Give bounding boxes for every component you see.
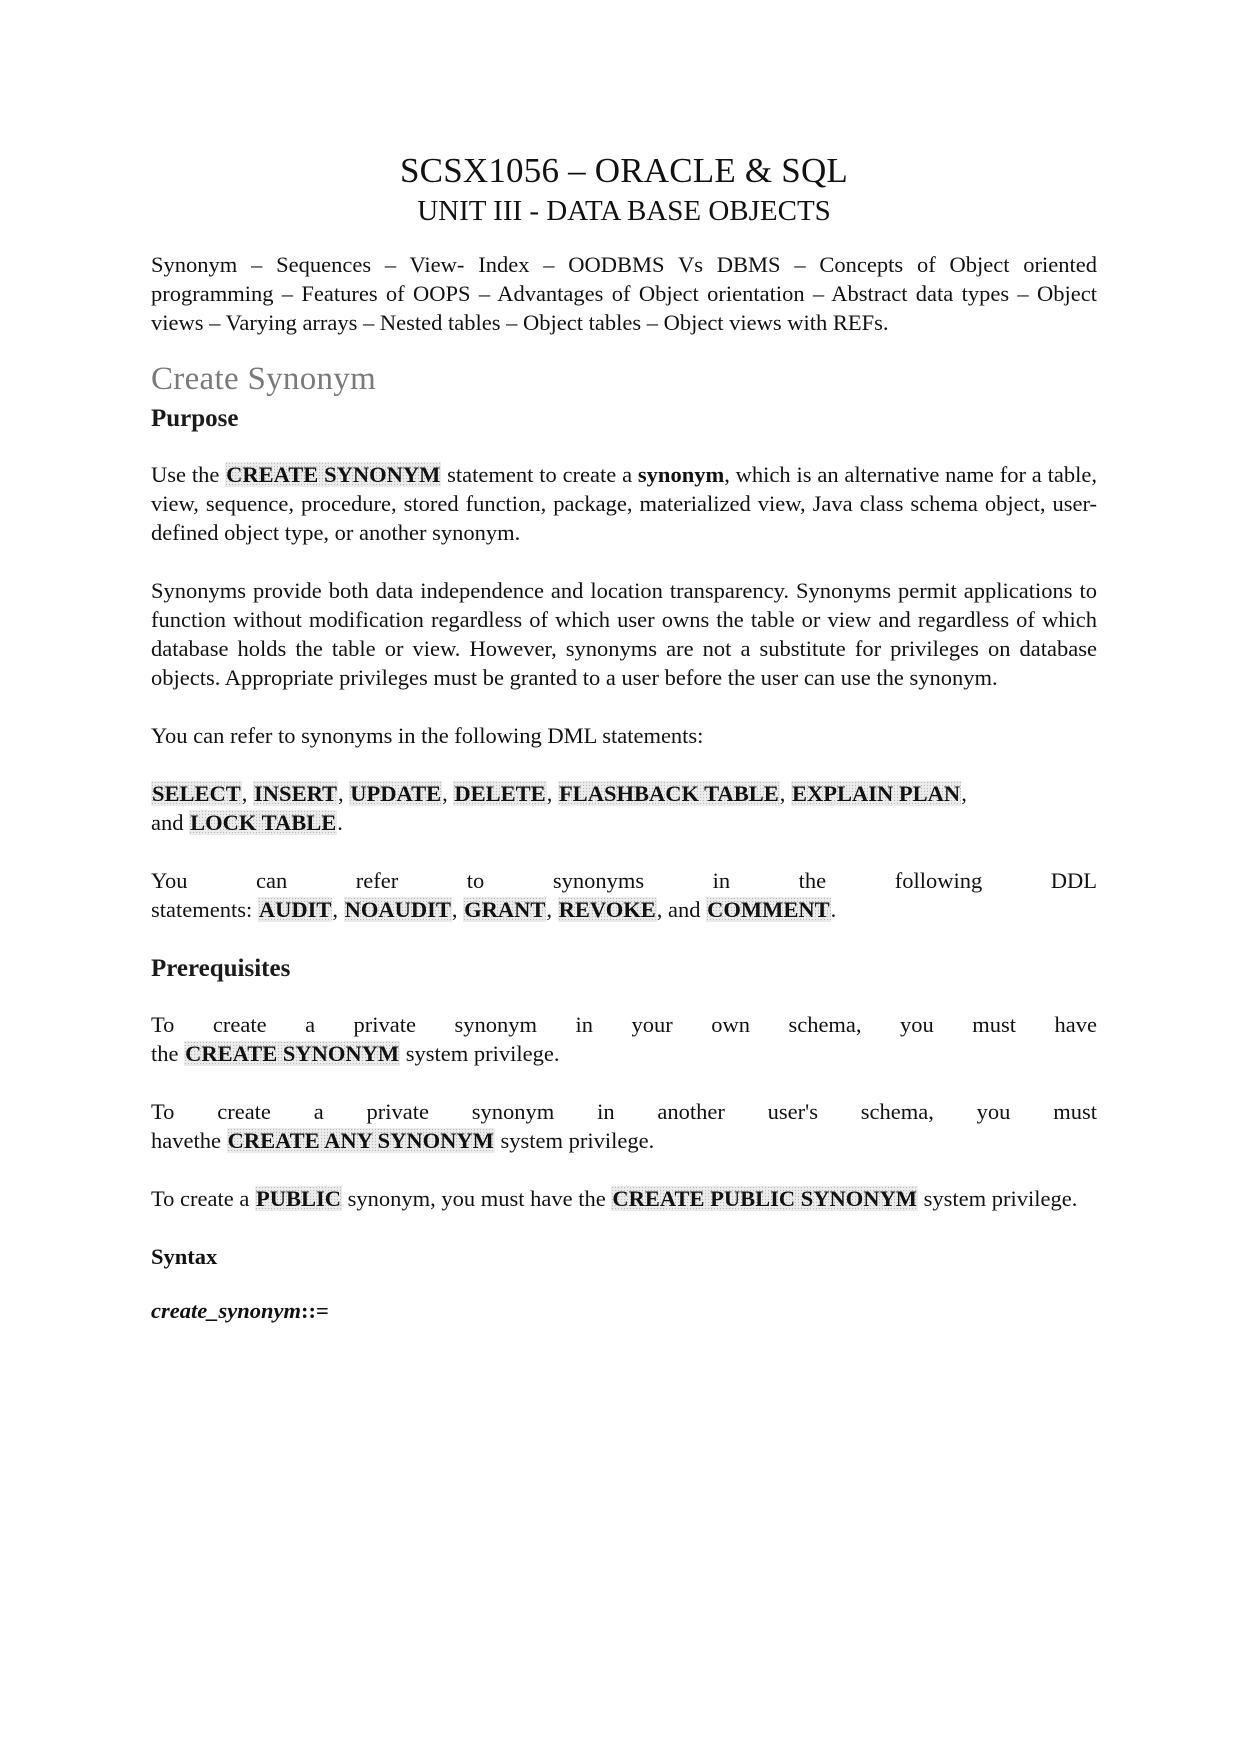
ddl-line-1: You can refer to synonyms in the followi… [151,868,1097,893]
text: system privilege. [400,1041,560,1066]
dml-keyword-list: SELECT, INSERT, UPDATE, DELETE, FLASHBAC… [151,781,967,835]
prereq-paragraph-1: To create a private synonym in your own … [151,1010,1097,1068]
keyword-insert: INSERT [253,781,339,806]
keyword-create-public-synonym: CREATE PUBLIC SYNONYM [611,1186,918,1211]
text: and [151,810,190,835]
heading-purpose: Purpose [151,405,239,432]
prereq-2-line-1: To create a private synonym in another u… [151,1099,1097,1124]
text: havethe [151,1128,227,1153]
keyword-create-any-synonym: CREATE ANY SYNONYM [226,1128,495,1153]
syntax-rule-operator: ::= [300,1298,329,1323]
heading-syntax: Syntax [151,1244,218,1269]
keyword-grant: GRANT [463,897,547,922]
purpose-paragraph-1: Use the CREATE SYNONYM statement to crea… [151,460,1097,547]
keyword-comment: COMMENT [706,897,831,922]
syntax-rule: create_synonym::= [151,1296,1097,1325]
heading-prerequisites: Prerequisites [151,955,291,982]
prereq-paragraph-3: To create a PUBLIC synonym, you must hav… [151,1184,1097,1213]
keyword-lock-table: LOCK TABLE [189,810,338,835]
document-subtitle: UNIT III - DATA BASE OBJECTS [417,195,831,227]
prereq-paragraph-2: To create a private synonym in another u… [151,1097,1097,1155]
section-heading-create-synonym: Create Synonym [151,361,377,397]
title-block: SCSX1056 – ORACLE & SQL UNIT III - DATA … [151,150,1097,230]
keyword-explain-plan: EXPLAIN PLAN [791,781,962,806]
prereq-2-line-2: havethe CREATE ANY SYNONYM system privil… [151,1126,1097,1155]
purpose-paragraph-2: Synonyms provide both data independence … [151,578,1097,690]
document-title: SCSX1056 – ORACLE & SQL [400,151,848,190]
syntax-rule-name: create_synonym [151,1298,301,1323]
keyword-select: SELECT [151,781,242,806]
text: system privilege. [494,1128,655,1153]
keyword-delete: DELETE [453,781,547,806]
text: the [151,1041,185,1066]
keyword-create-synonym: CREATE SYNONYM [225,462,442,487]
keyword-public: PUBLIC [254,1186,342,1211]
prereq-1-line-1: To create a private synonym in your own … [151,1012,1097,1037]
text: , and [656,897,707,922]
text: statements: [151,897,258,922]
keyword-create-synonym: CREATE SYNONYM [184,1041,401,1066]
text: Use the [151,462,226,487]
keyword-noaudit: NOAUDIT [343,897,452,922]
syllabus-topics: Synonym – Sequences – View- Index – OODB… [151,252,1097,335]
ddl-line-2: statements: AUDIT, NOAUDIT, GRANT, REVOK… [151,897,837,922]
keyword-audit: AUDIT [257,897,333,922]
ddl-paragraph: You can refer to synonyms in the followi… [151,866,1097,924]
keyword-flashback-table: FLASHBACK TABLE [557,781,780,806]
term-synonym: synonym [637,462,725,487]
text: To create a [151,1186,255,1211]
text: synonym, you must have the [342,1186,612,1211]
prereq-1-line-2: the CREATE SYNONYM system privilege. [151,1039,1097,1068]
keyword-revoke: REVOKE [557,897,657,922]
text: system privilege. [917,1186,1078,1211]
keyword-update: UPDATE [349,781,443,806]
text: statement to create a [441,462,638,487]
purpose-paragraph-3: You can refer to synonyms in the followi… [151,723,704,748]
document-page: SCSX1056 – ORACLE & SQL UNIT III - DATA … [151,150,1097,1325]
